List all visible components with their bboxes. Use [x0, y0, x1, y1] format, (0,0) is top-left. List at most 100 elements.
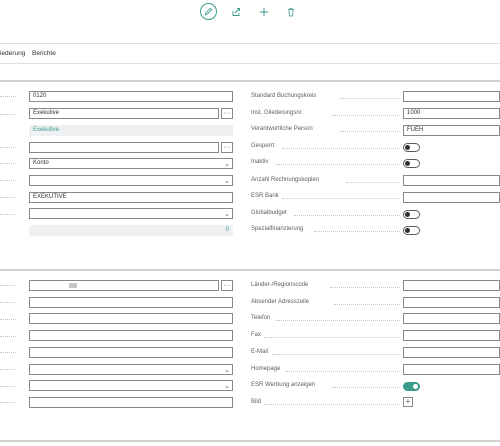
esr-werbung-toggle[interactable]: [403, 382, 420, 391]
share-icon: [232, 8, 240, 16]
row-leader: [314, 231, 400, 232]
toggle-knob: [413, 384, 418, 389]
ellipsis-icon: ···: [223, 144, 231, 151]
name-display-field: Exekutive: [29, 125, 233, 136]
row-leader: [0, 163, 16, 164]
country-code-field[interactable]: [29, 280, 219, 291]
name-lookup-button[interactable]: ···: [221, 108, 233, 119]
row-leader: [0, 402, 16, 403]
label-spezialfinanzierung: Spezialfinanzierung: [251, 226, 304, 232]
row-leader: [282, 198, 400, 199]
row-leader: [0, 302, 16, 303]
field-6-select[interactable]: ⌄: [29, 175, 233, 186]
row-leader: [0, 197, 16, 198]
row-leader: [286, 371, 400, 372]
verantwortliche-person-field[interactable]: FUEH: [403, 125, 500, 136]
menu-top-divider: [0, 43, 500, 44]
row-leader: [264, 337, 400, 338]
share-button[interactable]: [228, 4, 244, 20]
type-value: Konto: [33, 160, 49, 166]
code-field[interactable]: 0120: [29, 91, 233, 102]
field-8-select[interactable]: ⌄: [29, 208, 233, 219]
absender-adresszeile-field[interactable]: [403, 297, 500, 308]
toggle-knob: [405, 161, 410, 166]
row-leader: [276, 320, 400, 321]
inst-gliederungsnr-field[interactable]: 1000: [403, 108, 500, 119]
label-inst-gliederungsnr: Inst. Gliederungsnr.: [251, 110, 304, 116]
spezialfinanzierung-toggle[interactable]: [403, 226, 420, 235]
label-bild: Bild: [251, 399, 262, 405]
row-leader: [0, 386, 16, 387]
ellipsis-icon: ···: [223, 110, 231, 117]
row-leader: [0, 336, 16, 337]
chevron-down-icon: ⌄: [224, 161, 230, 168]
inaktiv-toggle[interactable]: [403, 159, 420, 168]
upper-name-field[interactable]: EXEKUTIVE: [29, 192, 233, 203]
row-leader: [0, 96, 16, 97]
chevron-down-icon: ⌄: [224, 178, 230, 185]
name-field[interactable]: Exekutive: [29, 108, 219, 119]
pencil-icon: [204, 7, 213, 16]
chevron-down-icon: ⌄: [224, 383, 230, 390]
chevron-down-icon: ⌄: [224, 367, 230, 374]
row-leader: [0, 214, 16, 215]
homepage-field[interactable]: [403, 364, 500, 375]
trash-icon: [288, 8, 294, 17]
field-4[interactable]: [29, 142, 219, 153]
label-esr-werbung-anzeigen: ESR Werbung anzeigen: [251, 382, 316, 388]
gesperrt-toggle[interactable]: [403, 143, 420, 152]
row-leader: [0, 180, 16, 181]
plus-icon: [260, 8, 268, 16]
comm-select-7[interactable]: ⌄: [29, 380, 233, 391]
comm-field-2[interactable]: [29, 297, 233, 308]
toggle-knob: [405, 145, 410, 150]
row-leader: [0, 352, 16, 353]
field-4-lookup-button[interactable]: ···: [221, 142, 233, 153]
telefon-field[interactable]: [403, 313, 500, 324]
row-leader: [294, 215, 400, 216]
laender-regionscode-field[interactable]: [403, 280, 500, 291]
label-absender-adresszeile: Absender Adresszeile: [251, 299, 310, 305]
country-code-lookup-button[interactable]: ···: [221, 280, 233, 291]
menu-item-gliederung[interactable]: iederung: [0, 50, 25, 57]
label-gesperrt: Gesperrt: [251, 143, 275, 149]
label-fax: Fax: [251, 332, 262, 338]
comm-field-5[interactable]: [29, 347, 233, 358]
globalbudget-toggle[interactable]: [403, 210, 420, 219]
comm-field-4[interactable]: [29, 330, 233, 341]
menu-bottom-divider: [0, 63, 500, 64]
anzahl-rechnungskopien-field[interactable]: [403, 175, 500, 186]
label-verantwortliche-person: Verantwortliche Person: [251, 126, 313, 132]
row-leader: [346, 182, 400, 183]
comm-select-6[interactable]: ⌄: [29, 364, 233, 375]
row-leader: [0, 319, 16, 320]
row-leader: [330, 287, 400, 288]
ellipsis-icon: ···: [223, 282, 231, 289]
delete-button[interactable]: [283, 4, 299, 20]
label-homepage: Homepage: [251, 366, 281, 372]
row-leader: [0, 147, 16, 148]
count-field: 0: [29, 225, 233, 236]
label-anzahl-rechnungskopien: Anzahl Rechnungskopien: [251, 177, 320, 183]
edit-button[interactable]: [200, 3, 217, 20]
comm-field-8[interactable]: [29, 397, 233, 408]
comm-field-3[interactable]: [29, 313, 233, 324]
general-section-divider: [0, 80, 500, 82]
label-standard-buchungskreis: Standard Buchungskreis: [251, 93, 317, 99]
esr-bank-field[interactable]: [403, 192, 500, 203]
label-email: E-Mail: [251, 349, 269, 355]
row-leader: [282, 148, 400, 149]
bottom-section-divider: [0, 440, 500, 442]
type-select[interactable]: Konto ⌄: [29, 158, 233, 169]
row-leader: [340, 131, 400, 132]
flag-icon: [69, 283, 77, 288]
fax-field[interactable]: [403, 330, 500, 341]
standard-buchungskreis-field[interactable]: [403, 91, 500, 102]
plus-icon: +: [405, 397, 411, 406]
row-leader: [332, 387, 400, 388]
email-field[interactable]: [403, 347, 500, 358]
new-button[interactable]: [256, 4, 272, 20]
menu-item-berichte[interactable]: Berichte: [32, 50, 56, 57]
communication-section-divider: [0, 269, 500, 271]
add-image-button[interactable]: +: [403, 397, 413, 407]
